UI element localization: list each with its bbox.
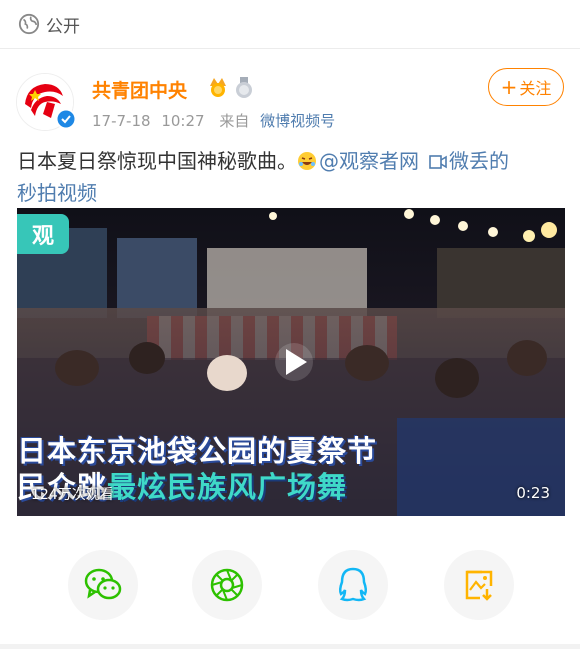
follow-label: 关注 <box>519 79 552 98</box>
mention-link[interactable]: @观察者网 <box>319 149 419 173</box>
post-source-link[interactable]: 微博视频号 <box>260 112 335 130</box>
video-player[interactable]: 观 日本东京池袋公园的夏祭节 民众跳最炫民族风广场舞 124万次观看 0:23 <box>17 208 565 516</box>
share-moments-button[interactable] <box>192 550 262 620</box>
globe-icon <box>18 13 40 35</box>
gold-medal-icon[interactable] <box>206 76 230 100</box>
video-link-icon <box>429 155 447 169</box>
post-text: 日本夏日祭惊现中国神秘歌曲。 @观察者网 微丢的秒拍视频 <box>17 145 565 209</box>
video-link-line1[interactable]: 微丢的 <box>449 149 509 173</box>
laughing-emoji-icon <box>298 152 316 170</box>
share-qq-button[interactable] <box>318 550 388 620</box>
source-prefix: 来自 <box>219 112 250 130</box>
qq-icon <box>338 567 368 602</box>
post-time: 10:27 <box>161 112 205 130</box>
video-watermark: 观 <box>17 214 69 254</box>
view-count: 124万次观看 <box>31 487 114 503</box>
moments-icon <box>210 568 244 602</box>
video-caption-line2-highlight: 最炫民族风广场舞 <box>107 470 348 504</box>
post-meta: 17-7-18 10:27 来自 微博视频号 <box>92 110 335 131</box>
share-bar <box>0 550 580 624</box>
video-link-line2[interactable]: 秒拍视频 <box>17 181 97 205</box>
share-wechat-button[interactable] <box>68 550 138 620</box>
visibility-label: 公开 <box>46 16 80 37</box>
silver-medal-icon[interactable] <box>234 76 254 100</box>
wechat-icon <box>84 568 122 600</box>
divider <box>0 644 580 649</box>
video-duration: 0:23 <box>516 484 550 502</box>
verified-badge-icon <box>56 109 76 129</box>
visibility-bar: 公开 <box>0 0 580 49</box>
author-name[interactable]: 共青团中央 <box>92 76 187 103</box>
save-image-icon <box>465 570 493 601</box>
post-body: 日本夏日祭惊现中国神秘歌曲。 <box>17 149 297 173</box>
save-image-button[interactable] <box>444 550 514 620</box>
post-date: 17-7-18 <box>92 112 151 130</box>
plus-icon: + <box>500 75 518 99</box>
follow-button[interactable]: + 关注 <box>488 68 564 106</box>
play-icon[interactable] <box>275 343 313 381</box>
